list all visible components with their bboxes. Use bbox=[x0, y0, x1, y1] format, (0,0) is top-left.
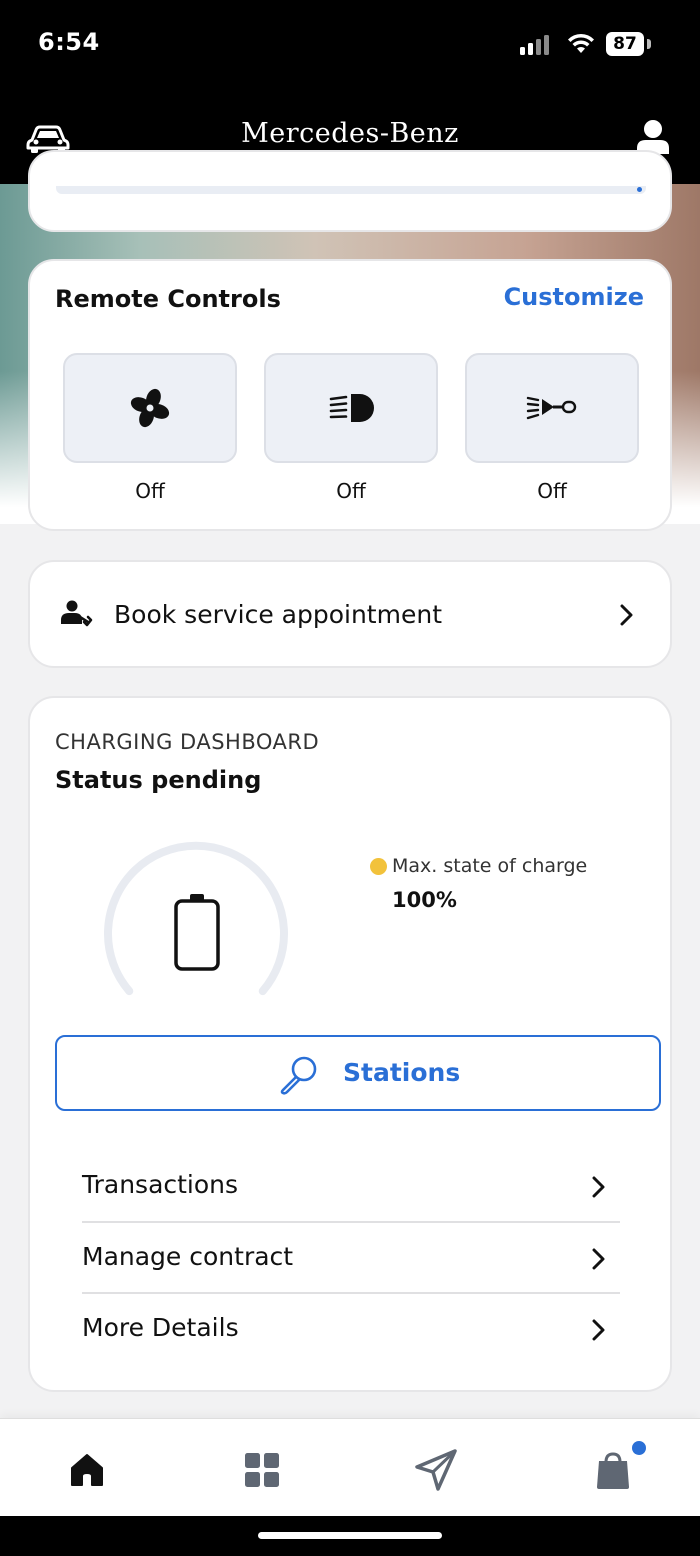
book-service-appointment-row[interactable]: Book service appointment bbox=[28, 560, 672, 668]
charging-dashboard-kicker: CHARGING DASHBOARD bbox=[55, 730, 320, 754]
transactions-label: Transactions bbox=[82, 1170, 239, 1199]
menu-divider bbox=[82, 1292, 620, 1294]
transactions-row[interactable]: Transactions bbox=[82, 1152, 620, 1222]
remote-controls-card: Remote Controls Customize Off Off Off bbox=[28, 259, 672, 531]
status-bar: 6:54 87 bbox=[0, 0, 700, 90]
customize-link[interactable]: Customize bbox=[504, 283, 644, 311]
charging-status: Status pending bbox=[55, 766, 262, 794]
cart-notification-badge bbox=[632, 1441, 646, 1455]
remote-controls-title: Remote Controls bbox=[55, 285, 281, 313]
send-icon[interactable] bbox=[412, 1445, 462, 1495]
charging-dashboard-card: CHARGING DASHBOARD Status pending Max. s… bbox=[28, 696, 672, 1392]
horn-state-label: Off bbox=[537, 479, 567, 503]
status-time: 6:54 bbox=[38, 28, 100, 56]
battery-indicator: 87 bbox=[606, 32, 644, 56]
grid-icon[interactable] bbox=[237, 1445, 287, 1495]
headlight-control-button[interactable] bbox=[264, 353, 438, 463]
bottom-tab-bar bbox=[0, 1418, 700, 1517]
max-soc-value: 100% bbox=[392, 888, 457, 912]
brand-title: Mercedes-Benz bbox=[241, 118, 459, 149]
charge-gauge bbox=[104, 841, 288, 996]
manage-contract-label: Manage contract bbox=[82, 1242, 294, 1271]
home-icon[interactable] bbox=[62, 1445, 112, 1495]
chevron-right-icon bbox=[620, 604, 633, 626]
horn-control-button[interactable] bbox=[465, 353, 639, 463]
top-card-indicator bbox=[637, 187, 642, 192]
more-details-row[interactable]: More Details bbox=[82, 1295, 620, 1365]
soc-legend-dot bbox=[370, 858, 387, 875]
stations-button[interactable]: Stations bbox=[55, 1035, 661, 1111]
search-station-icon bbox=[280, 1056, 317, 1095]
top-card-partial bbox=[28, 150, 672, 232]
battery-icon bbox=[174, 894, 220, 971]
max-soc-label: Max. state of charge bbox=[392, 855, 588, 877]
top-card-bar bbox=[56, 186, 646, 194]
service-person-icon bbox=[61, 600, 93, 627]
chevron-right-icon bbox=[592, 1248, 605, 1270]
stations-label: Stations bbox=[343, 1058, 461, 1087]
profile-icon[interactable] bbox=[634, 118, 672, 154]
battery-tip bbox=[647, 39, 651, 49]
headlight-icon bbox=[329, 394, 374, 422]
menu-divider bbox=[82, 1221, 620, 1223]
book-service-label: Book service appointment bbox=[114, 600, 442, 629]
home-indicator[interactable] bbox=[258, 1532, 442, 1539]
fan-control-button[interactable] bbox=[63, 353, 237, 463]
headlight-state-label: Off bbox=[336, 479, 366, 503]
fan-icon bbox=[130, 388, 170, 428]
wifi-icon bbox=[568, 33, 594, 53]
more-details-label: More Details bbox=[82, 1313, 239, 1342]
manage-contract-row[interactable]: Manage contract bbox=[82, 1224, 620, 1294]
chevron-right-icon bbox=[592, 1319, 605, 1341]
horn-icon bbox=[526, 396, 577, 420]
chevron-right-icon bbox=[592, 1176, 605, 1198]
cellular-signal-icon bbox=[520, 35, 549, 55]
shopping-bag-icon[interactable] bbox=[588, 1445, 638, 1495]
fan-state-label: Off bbox=[135, 479, 165, 503]
